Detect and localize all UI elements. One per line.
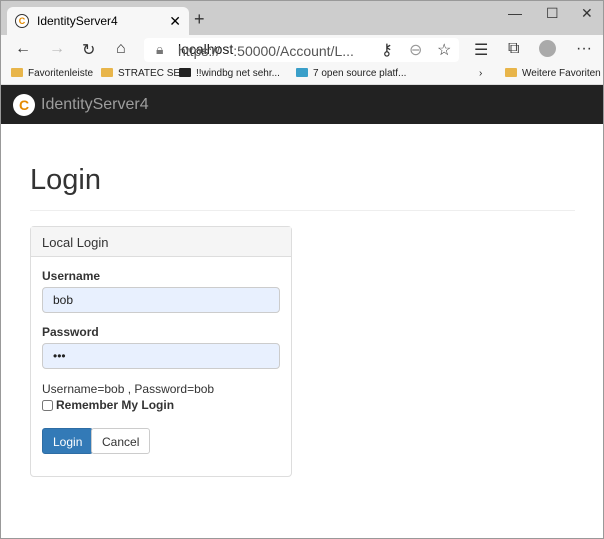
chevron-right-icon[interactable]: › <box>479 68 482 79</box>
nav-bar: ← → ↻ ⌂ 🔒︎ https://localhost:50000/Accou… <box>1 35 603 63</box>
profile-avatar[interactable] <box>539 40 556 57</box>
password-input[interactable]: ••• <box>42 343 280 369</box>
home-button[interactable]: ⌂ <box>116 40 126 58</box>
back-button[interactable]: ← <box>15 40 31 58</box>
username-label: Username <box>42 269 101 283</box>
page-title: Login <box>30 164 101 196</box>
lock-icon: 🔒︎ <box>156 41 164 57</box>
zoom-icon[interactable]: ⊖ <box>409 40 422 60</box>
bookmark[interactable]: Weitere Favoriten <box>505 68 601 79</box>
bookmark-label: Favoritenleiste <box>28 68 94 79</box>
password-label: Password <box>42 325 99 339</box>
bookmark[interactable]: STRATEC SE <box>101 68 180 79</box>
close-window-button[interactable]: ✕ <box>581 5 593 22</box>
bookmark-label: !!windbg net sehr... <box>196 68 280 79</box>
folder-icon <box>101 68 113 77</box>
identityserver-logo-icon: C <box>13 93 35 116</box>
key-icon[interactable]: ⚷ <box>381 40 393 60</box>
refresh-button[interactable]: ↻ <box>82 40 95 60</box>
page-icon <box>296 68 308 77</box>
page-icon <box>179 68 191 77</box>
folder-icon <box>505 68 517 77</box>
bookmark-label: 7 open source platf... <box>313 68 407 79</box>
folder-icon <box>11 68 23 77</box>
bookmarks-bar: Favoritenleiste STRATEC SE !!windbg net … <box>1 63 603 85</box>
favorites-icon[interactable]: ☰ <box>474 40 488 60</box>
close-tab-icon[interactable]: ✕ <box>169 13 181 30</box>
credentials-hint: Username=bob , Password=bob <box>42 382 215 396</box>
new-tab-button[interactable]: + <box>194 9 205 30</box>
local-login-panel: Local Login Username bob Password ••• Us… <box>30 226 292 477</box>
bookmark[interactable]: !!windbg net sehr... <box>179 68 280 79</box>
app-navbar: C IdentityServer4 <box>1 85 603 124</box>
forward-button[interactable]: → <box>49 40 65 58</box>
cancel-button[interactable]: Cancel <box>91 428 151 454</box>
favorite-star-icon[interactable]: ☆ <box>437 40 451 60</box>
url-rest: :50000/Account/L... <box>233 43 354 59</box>
collections-icon[interactable]: ⧉ <box>508 40 519 58</box>
maximize-button[interactable]: ☐ <box>546 5 559 22</box>
bookmark-label: Weitere Favoriten <box>522 68 601 79</box>
more-menu-icon[interactable]: ··· <box>576 40 592 58</box>
panel-heading: Local Login <box>31 227 291 257</box>
login-button[interactable]: Login <box>42 428 94 454</box>
bookmark[interactable]: 7 open source platf... <box>296 68 406 79</box>
url-prefix: https:// <box>178 43 221 59</box>
tab-bar: C IdentityServer4 ✕ + — ☐ ✕ <box>1 1 603 35</box>
remember-label: Remember My Login <box>56 398 175 412</box>
minimize-button[interactable]: — <box>508 5 522 21</box>
divider <box>30 210 575 211</box>
bookmark[interactable]: Favoritenleiste <box>11 68 93 79</box>
remember-login[interactable]: Remember My Login <box>42 398 174 412</box>
bookmark-label: STRATEC SE <box>118 68 181 79</box>
favicon-icon: C <box>15 14 29 28</box>
username-input[interactable]: bob <box>42 287 280 313</box>
brand-link[interactable]: IdentityServer4 <box>41 96 149 114</box>
browser-tab[interactable]: C IdentityServer4 ✕ <box>7 7 189 35</box>
remember-checkbox[interactable] <box>42 399 53 411</box>
tab-title: IdentityServer4 <box>37 14 118 28</box>
